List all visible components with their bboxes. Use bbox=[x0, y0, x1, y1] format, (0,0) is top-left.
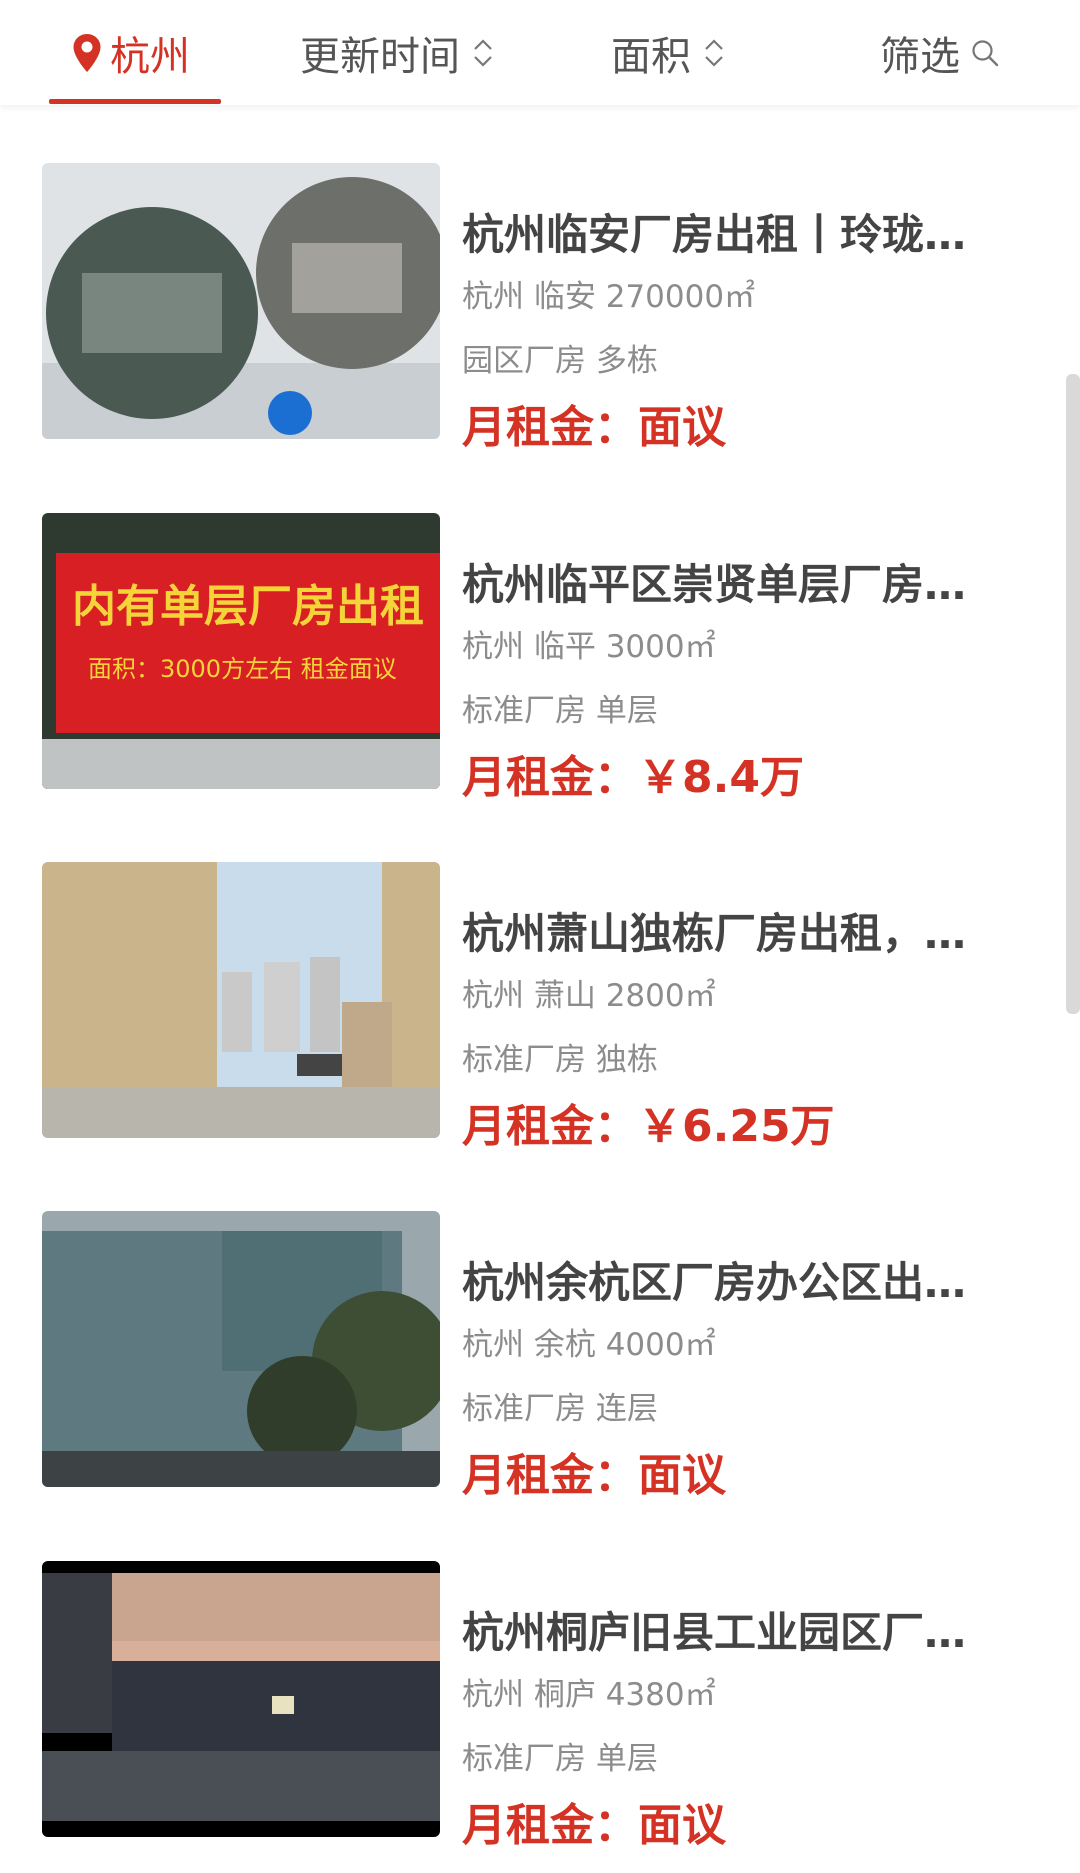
banner-text-1: 内有单层厂房出租 bbox=[72, 581, 424, 632]
price-value: ￥8.4万 bbox=[638, 752, 804, 803]
listing-tags: 标准厂房 单层 bbox=[462, 1741, 658, 1777]
listing-location: 杭州 临平 3000㎡ bbox=[462, 629, 716, 665]
price-label: 月租金： bbox=[462, 1450, 638, 1501]
city-selector[interactable]: 杭州 bbox=[72, 0, 190, 105]
filter-button[interactable]: 筛选 bbox=[880, 0, 1000, 105]
listing-location: 杭州 余杭 4000㎡ bbox=[462, 1327, 716, 1363]
price-label: 月租金： bbox=[462, 1101, 638, 1152]
listing-title: 杭州余杭区厂房办公区出… bbox=[462, 1258, 967, 1307]
price-value: ￥6.25万 bbox=[638, 1101, 835, 1152]
listing-tags: 标准厂房 连层 bbox=[462, 1391, 658, 1427]
listing-photo[interactable] bbox=[42, 1561, 440, 1837]
sort-update-label: 更新时间 bbox=[300, 33, 460, 80]
listing-price: 月租金：￥8.4万 bbox=[462, 741, 804, 805]
listing-price: 月租金：￥6.25万 bbox=[462, 1090, 835, 1154]
listing-tags: 标准厂房 独栋 bbox=[462, 1042, 658, 1078]
listing-photo[interactable] bbox=[42, 1211, 440, 1487]
price-label: 月租金： bbox=[462, 1800, 638, 1851]
sort-area[interactable]: 面积 bbox=[611, 0, 727, 105]
sort-arrows-icon bbox=[705, 38, 723, 67]
listing-price: 月租金：面议 bbox=[462, 391, 726, 455]
banner-text-2: 面积：3000方左右 租金面议 bbox=[88, 655, 397, 683]
listing-tags: 标准厂房 单层 bbox=[462, 693, 658, 729]
listing-location: 杭州 临安 270000㎡ bbox=[462, 279, 756, 315]
sort-arrows-icon bbox=[474, 38, 492, 67]
list-item[interactable]: 杭州临安厂房出租丨玲珑… 杭州 临安 270000㎡ 园区厂房 多栋 月租金：面… bbox=[0, 163, 1080, 453]
list-item[interactable]: 杭州余杭区厂房办公区出… 杭州 余杭 4000㎡ 标准厂房 连层 月租金：面议 bbox=[0, 1211, 1080, 1501]
price-label: 月租金： bbox=[462, 752, 638, 803]
listing-title: 杭州临安厂房出租丨玲珑… bbox=[462, 210, 967, 259]
listing-price: 月租金：面议 bbox=[462, 1439, 726, 1503]
listing-price: 月租金：面议 bbox=[462, 1789, 726, 1853]
price-value: 面议 bbox=[638, 1800, 726, 1851]
filter-label: 筛选 bbox=[880, 33, 960, 80]
city-label: 杭州 bbox=[110, 33, 190, 80]
search-icon bbox=[972, 39, 999, 66]
price-value: 面议 bbox=[638, 1450, 726, 1501]
price-label: 月租金： bbox=[462, 402, 638, 453]
listing-title: 杭州桐庐旧县工业园区厂… bbox=[462, 1608, 967, 1657]
listing-title: 杭州萧山独栋厂房出租，… bbox=[462, 909, 967, 958]
active-tab-indicator bbox=[49, 99, 221, 104]
list-item[interactable]: 内有单层厂房出租 面积：3000方左右 租金面议 杭州临平区崇贤单层厂房… 杭州… bbox=[0, 513, 1080, 803]
listing-tags: 园区厂房 多栋 bbox=[462, 343, 658, 379]
price-value: 面议 bbox=[638, 402, 726, 453]
sort-update-time[interactable]: 更新时间 bbox=[300, 0, 496, 105]
listing-photo[interactable] bbox=[42, 163, 440, 439]
listing-title: 杭州临平区崇贤单层厂房… bbox=[462, 560, 967, 609]
listing-location: 杭州 萧山 2800㎡ bbox=[462, 978, 716, 1014]
listing-photo[interactable]: 内有单层厂房出租 面积：3000方左右 租金面议 bbox=[42, 513, 440, 789]
list-item[interactable]: 杭州萧山独栋厂房出租，… 杭州 萧山 2800㎡ 标准厂房 独栋 月租金：￥6.… bbox=[0, 862, 1080, 1152]
sort-area-label: 面积 bbox=[611, 33, 691, 80]
location-pin-icon bbox=[73, 33, 101, 72]
listing-location: 杭州 桐庐 4380㎡ bbox=[462, 1677, 716, 1713]
list-item[interactable]: 杭州桐庐旧县工业园区厂… 杭州 桐庐 4380㎡ 标准厂房 单层 月租金：面议 bbox=[0, 1561, 1080, 1851]
filter-bar: 杭州 更新时间 面积 筛选 bbox=[0, 0, 1080, 105]
listing-photo[interactable] bbox=[42, 862, 440, 1138]
